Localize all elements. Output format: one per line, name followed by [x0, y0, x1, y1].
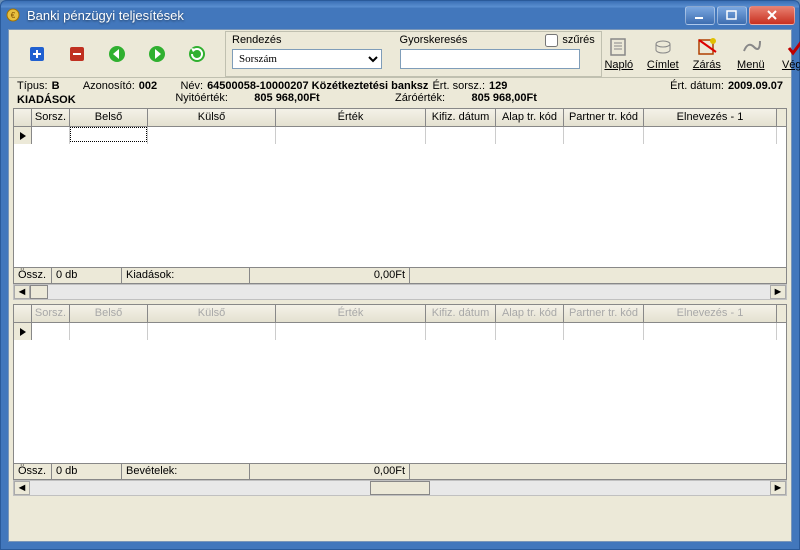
- grid2-footer: Össz. 0 db Bevételek: 0,00Ft: [14, 463, 786, 479]
- table-row[interactable]: [14, 127, 786, 144]
- app-icon: €: [5, 7, 21, 23]
- titlebar[interactable]: € Banki pénzügyi teljesítések: [1, 1, 799, 29]
- app-window: € Banki pénzügyi teljesítések Rendezés G…: [0, 0, 800, 550]
- add-button[interactable]: [27, 41, 47, 67]
- scroll-thumb[interactable]: [30, 285, 48, 299]
- sort-select[interactable]: Sorszám: [232, 49, 382, 69]
- scroll-left-icon[interactable]: ◄: [14, 481, 30, 495]
- scroll-right-icon[interactable]: ►: [770, 481, 786, 495]
- sort-search-group: Rendezés Gyorskeresés szűrés Sorszám: [225, 31, 602, 77]
- col-kulso[interactable]: Külső: [148, 109, 276, 126]
- scroll-left-icon[interactable]: ◄: [14, 285, 30, 299]
- grid2-body[interactable]: [14, 323, 786, 463]
- refresh-button[interactable]: [187, 41, 207, 67]
- end-button[interactable]: Vége: [778, 37, 800, 71]
- col-ertek[interactable]: Érték: [276, 109, 426, 126]
- scroll-thumb[interactable]: [370, 481, 430, 495]
- filter-checkbox[interactable]: szűrés: [545, 34, 594, 47]
- search-label: Gyorskeresés: [400, 34, 468, 46]
- prev-button[interactable]: [107, 41, 127, 67]
- scroll-right-icon[interactable]: ►: [770, 285, 786, 299]
- toolbar: Rendezés Gyorskeresés szűrés Sorszám: [9, 30, 791, 78]
- col-partner[interactable]: Partner tr. kód: [564, 109, 644, 126]
- income-grid: Sorsz. Belső Külső Érték Kifiz. dátum Al…: [9, 304, 791, 496]
- col-elnev[interactable]: Elnevezés - 1: [644, 109, 777, 126]
- grid-footer: Össz. 0 db Kiadások: 0,00Ft: [14, 267, 786, 283]
- close-button[interactable]: [749, 6, 795, 25]
- info-bar: Típus: B Azonosító: 002 Név: 64500058-10…: [9, 78, 791, 108]
- denomination-button[interactable]: Címlet: [646, 37, 680, 71]
- menu-button[interactable]: Menü: [734, 37, 768, 71]
- col-alap[interactable]: Alap tr. kód: [496, 109, 564, 126]
- log-button[interactable]: Napló: [602, 37, 636, 71]
- col-kifiz[interactable]: Kifiz. dátum: [426, 109, 496, 126]
- minimize-button[interactable]: [685, 6, 715, 25]
- row-selector-header[interactable]: [14, 109, 32, 126]
- delete-button[interactable]: [67, 41, 87, 67]
- window-title: Banki pénzügyi teljesítések: [27, 8, 685, 23]
- grid2-header: Sorsz. Belső Külső Érték Kifiz. dátum Al…: [14, 305, 786, 323]
- next-button[interactable]: [147, 41, 167, 67]
- search-input[interactable]: [400, 49, 580, 69]
- grid-body[interactable]: [14, 127, 786, 267]
- expenses-grid: Sorsz. Belső Külső Érték Kifiz. dátum Al…: [9, 108, 791, 300]
- col-belso[interactable]: Belső: [70, 109, 148, 126]
- active-cell[interactable]: [70, 127, 147, 142]
- row-marker-icon: [14, 127, 32, 144]
- sort-label: Rendezés: [232, 34, 282, 46]
- client-area: Rendezés Gyorskeresés szűrés Sorszám: [8, 29, 792, 542]
- row-marker-icon: [14, 323, 32, 340]
- hscrollbar-2[interactable]: ◄ ►: [13, 480, 787, 496]
- close-period-button[interactable]: Zárás: [690, 37, 724, 71]
- filter-label: szűrés: [562, 34, 594, 46]
- filter-checkbox-input[interactable]: [545, 34, 558, 47]
- grid-header: Sorsz. Belső Külső Érték Kifiz. dátum Al…: [14, 109, 786, 127]
- hscrollbar[interactable]: ◄ ►: [13, 284, 787, 300]
- maximize-button[interactable]: [717, 6, 747, 25]
- section-title: KIADÁSOK: [17, 94, 76, 106]
- svg-text:€: €: [11, 11, 16, 20]
- col-sorsz[interactable]: Sorsz.: [32, 109, 70, 126]
- table-row[interactable]: [14, 323, 786, 340]
